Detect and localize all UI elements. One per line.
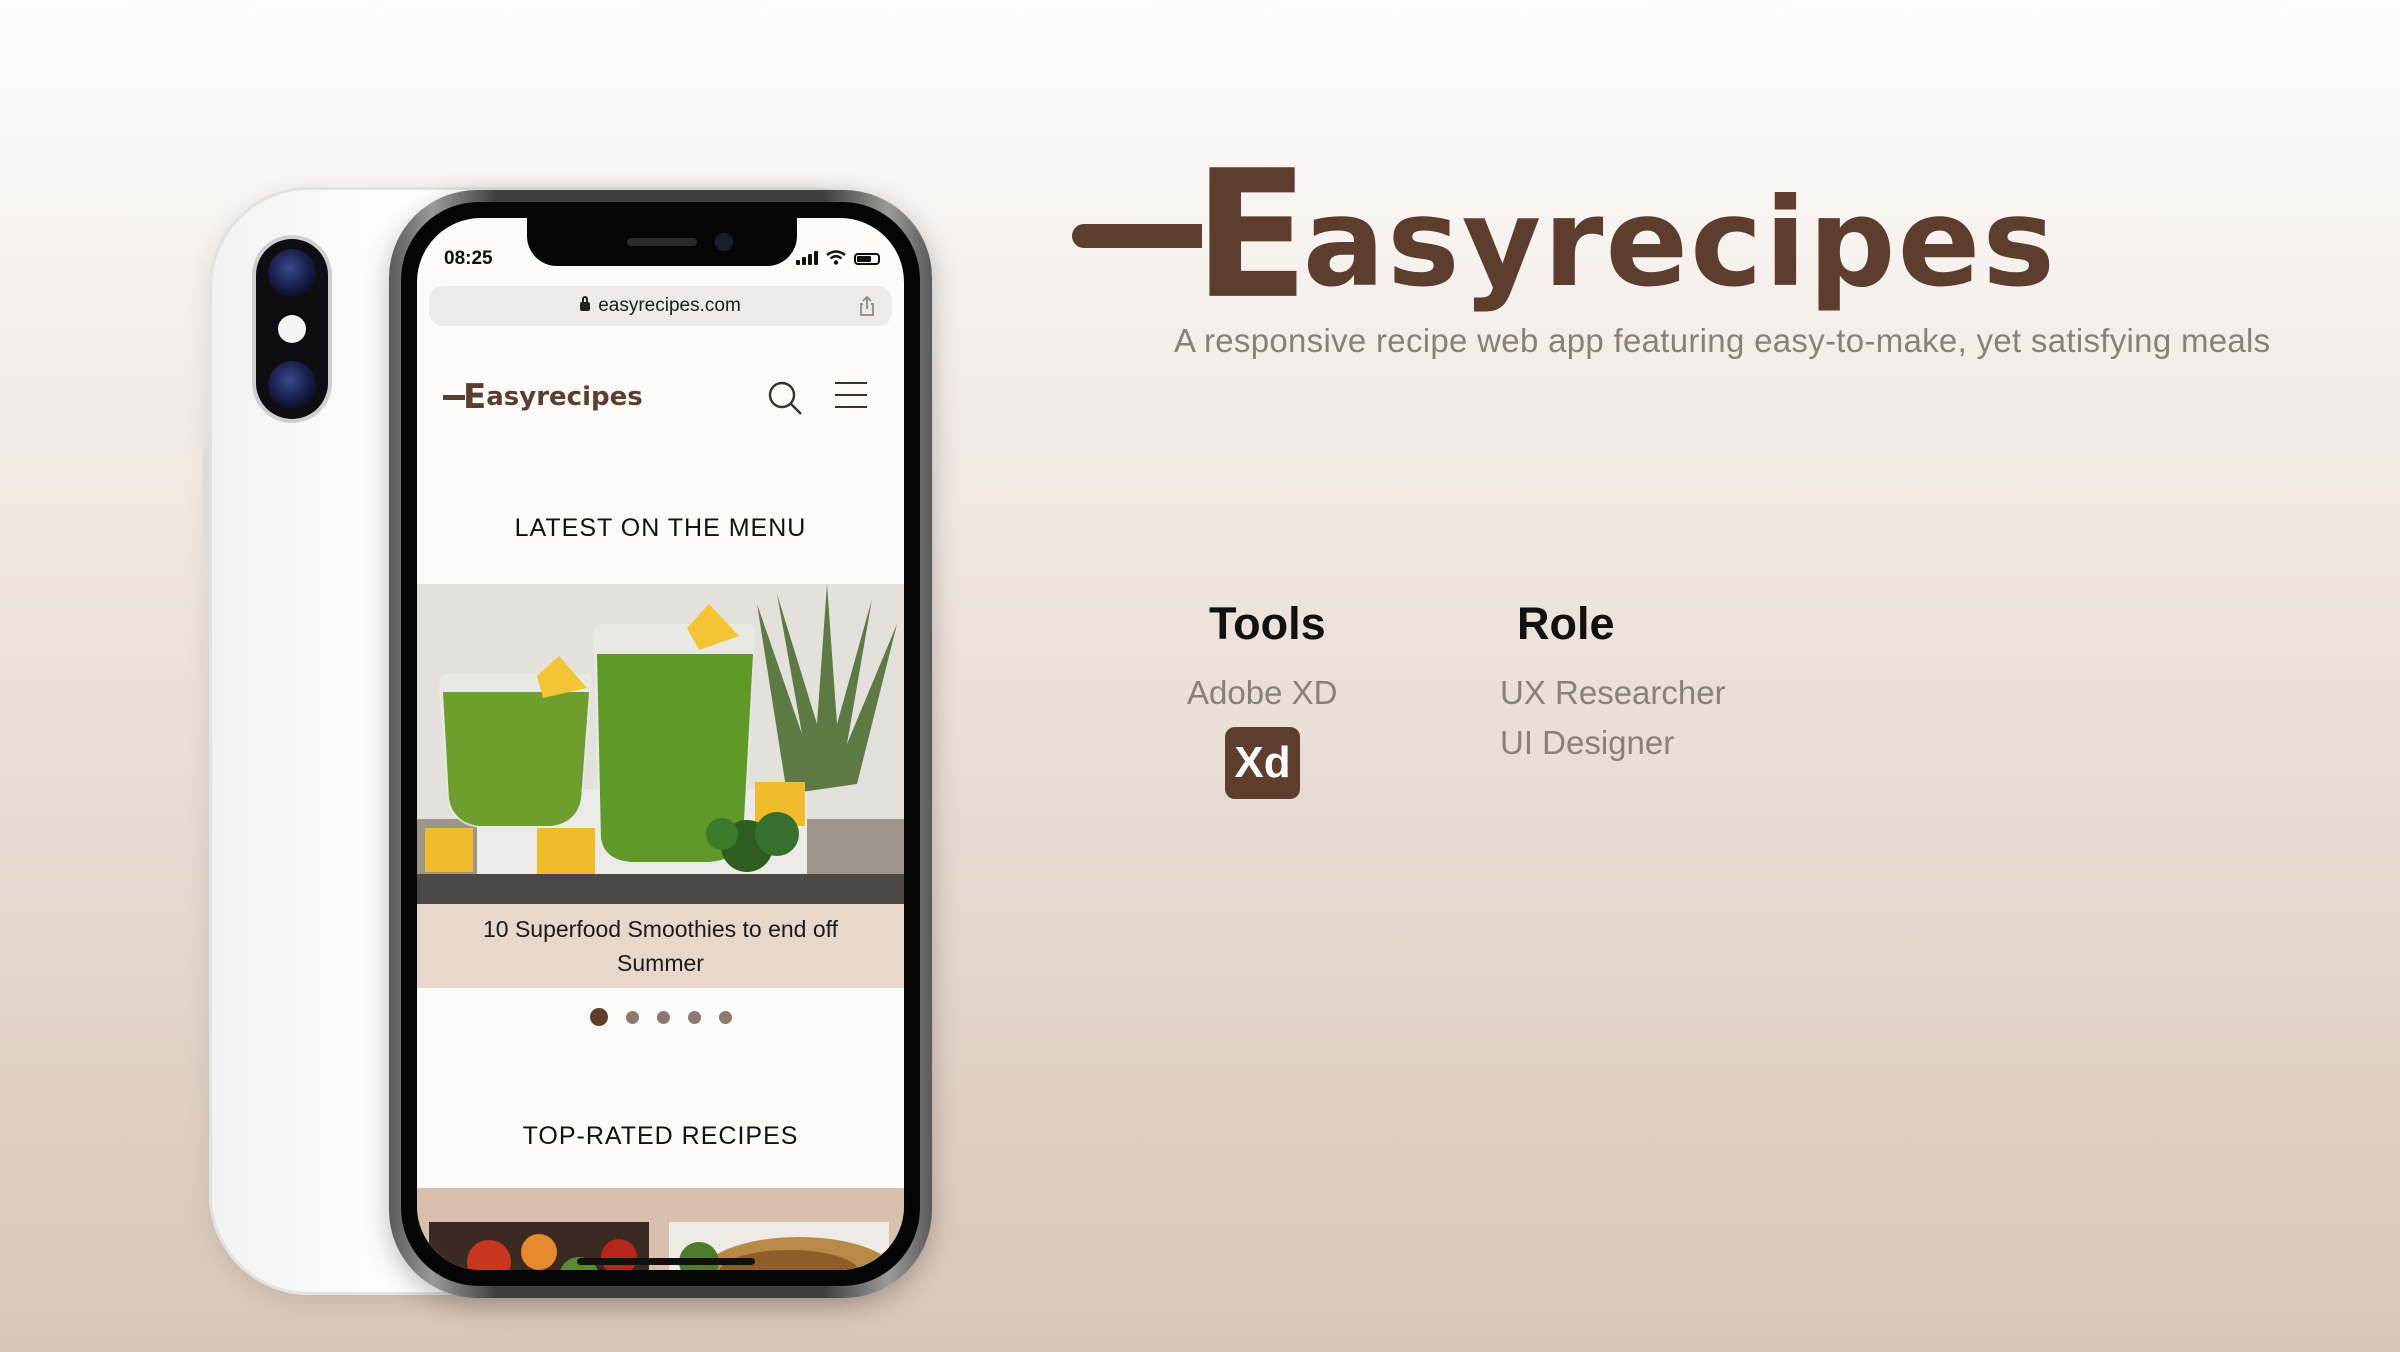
side-button xyxy=(203,447,209,557)
flash-icon xyxy=(278,315,306,343)
phone-bezel: 08:25 easyrecipes.com E asyrecipes LATES… xyxy=(401,202,920,1286)
tool-item: Adobe XD xyxy=(1187,674,1338,711)
phone-front: 08:25 easyrecipes.com E asyrecipes LATES… xyxy=(389,190,932,1298)
status-icons xyxy=(796,250,880,265)
brand-initial: E xyxy=(1194,132,1309,338)
notch xyxy=(527,218,797,266)
carousel-dots xyxy=(417,1008,904,1026)
logo-text: asyrecipes xyxy=(486,382,643,412)
smoothie-hero-image[interactable] xyxy=(417,584,904,904)
front-camera-icon xyxy=(715,233,733,251)
url-text: easyrecipes.com xyxy=(598,295,741,316)
status-time: 08:25 xyxy=(444,248,493,269)
search-icon[interactable] xyxy=(767,380,803,416)
home-indicator[interactable] xyxy=(577,1258,755,1265)
phone-screen: 08:25 easyrecipes.com E asyrecipes LATES… xyxy=(417,218,904,1270)
battery-icon xyxy=(854,253,880,265)
brand-logo: E asyrecipes xyxy=(1072,132,2057,338)
hamburger-menu-icon[interactable] xyxy=(835,382,867,408)
brand-tagline: A responsive recipe web app featuring ea… xyxy=(1174,322,2271,359)
carousel-dot[interactable] xyxy=(687,1010,701,1024)
smoothie-illustration xyxy=(417,584,904,904)
carousel-caption[interactable]: 10 Superfood Smoothies to end off Summer xyxy=(417,904,904,988)
role-item: UI Designer xyxy=(1500,724,1675,761)
carousel-dot[interactable] xyxy=(589,1008,608,1026)
tools-heading: Tools xyxy=(1209,598,1326,649)
toprated-section-title: TOP-RATED RECIPES xyxy=(522,1122,799,1150)
carousel-dot[interactable] xyxy=(718,1010,732,1024)
logo-initial: E xyxy=(463,377,487,417)
site-header: E asyrecipes xyxy=(417,368,904,428)
logo-bar xyxy=(443,394,465,400)
camera-lens-icon xyxy=(268,361,316,409)
signal-icon xyxy=(796,251,818,265)
role-heading: Role xyxy=(1517,598,1615,649)
adobe-xd-icon: Xd xyxy=(1225,727,1300,799)
lock-icon xyxy=(580,296,591,314)
wifi-icon xyxy=(826,250,846,265)
latest-section-title: LATEST ON THE MENU xyxy=(514,514,807,542)
site-logo[interactable]: E asyrecipes xyxy=(443,380,643,414)
role-item: UX Researcher xyxy=(1500,674,1726,711)
carousel-dot[interactable] xyxy=(625,1010,639,1024)
address-bar[interactable]: easyrecipes.com xyxy=(429,286,892,326)
brand-bar xyxy=(1072,224,1202,248)
carousel-dot[interactable] xyxy=(656,1010,670,1024)
camera-lens-icon xyxy=(268,249,316,297)
rear-camera-module xyxy=(256,239,328,419)
share-icon[interactable] xyxy=(858,296,876,316)
brand-name: asyrecipes xyxy=(1302,172,2057,314)
speaker-icon xyxy=(627,238,697,246)
